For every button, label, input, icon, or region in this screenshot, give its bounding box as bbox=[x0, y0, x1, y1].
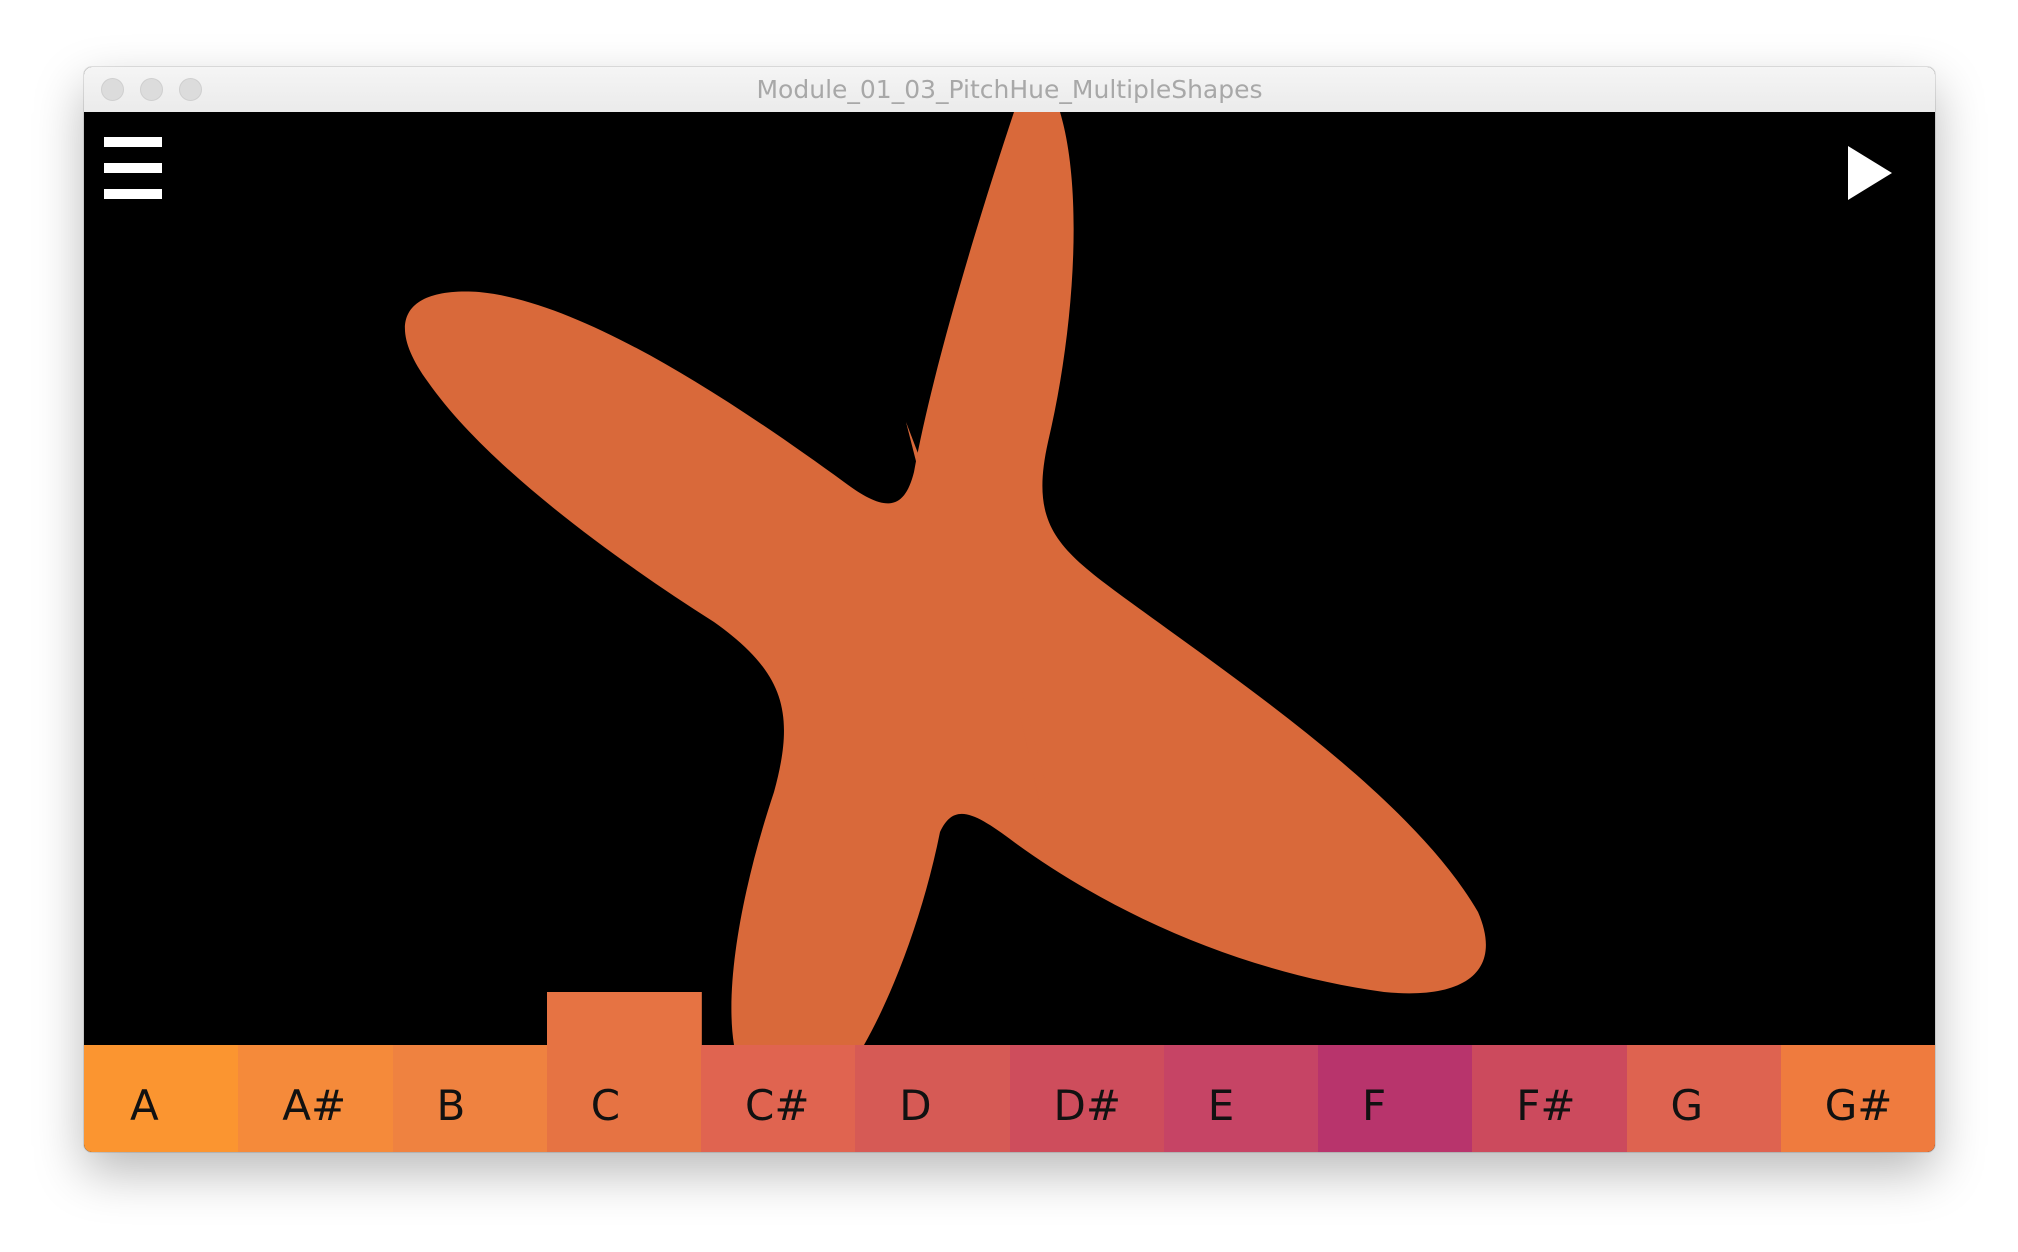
key-label: D# bbox=[1053, 1081, 1122, 1130]
key-label: G# bbox=[1824, 1081, 1893, 1130]
key-label: E bbox=[1207, 1081, 1235, 1130]
key-label: D bbox=[899, 1081, 932, 1130]
star-shape bbox=[404, 112, 1486, 1045]
key-e[interactable]: E bbox=[1163, 1045, 1319, 1152]
window-title: Module_01_03_PitchHue_MultipleShapes bbox=[756, 75, 1263, 104]
key-b[interactable]: B bbox=[392, 1045, 548, 1152]
hamburger-menu-icon[interactable] bbox=[104, 137, 162, 199]
key-label: A bbox=[130, 1081, 159, 1130]
key-g-sharp[interactable]: G# bbox=[1780, 1045, 1935, 1152]
key-c-sharp[interactable]: C# bbox=[701, 1045, 857, 1152]
key-d[interactable]: D bbox=[855, 1045, 1011, 1152]
pitch-keyboard: A A# B C C# D D# E F F# G G# bbox=[84, 992, 1935, 1152]
pitch-shape bbox=[404, 112, 1486, 1045]
key-c[interactable]: C bbox=[546, 992, 702, 1152]
key-a-sharp[interactable]: A# bbox=[238, 1045, 394, 1152]
key-label: A# bbox=[282, 1081, 347, 1130]
key-label: B bbox=[436, 1081, 466, 1130]
title-bar[interactable]: Module_01_03_PitchHue_MultipleShapes bbox=[84, 67, 1935, 113]
key-f[interactable]: F bbox=[1318, 1045, 1474, 1152]
key-f-sharp[interactable]: F# bbox=[1472, 1045, 1628, 1152]
key-label: F bbox=[1362, 1081, 1387, 1130]
key-label: C bbox=[590, 1081, 621, 1130]
key-label: C# bbox=[745, 1081, 810, 1130]
key-d-sharp[interactable]: D# bbox=[1009, 1045, 1165, 1152]
visualization-canvas[interactable]: A A# B C C# D D# E F F# G G# bbox=[84, 112, 1935, 1152]
key-a[interactable]: A bbox=[84, 1045, 240, 1152]
play-icon[interactable] bbox=[1846, 144, 1894, 202]
app-window: Module_01_03_PitchHue_MultipleShapes A A#… bbox=[84, 67, 1935, 1152]
key-label: F# bbox=[1516, 1081, 1576, 1130]
key-g[interactable]: G bbox=[1626, 1045, 1782, 1152]
key-label: G bbox=[1670, 1081, 1704, 1130]
